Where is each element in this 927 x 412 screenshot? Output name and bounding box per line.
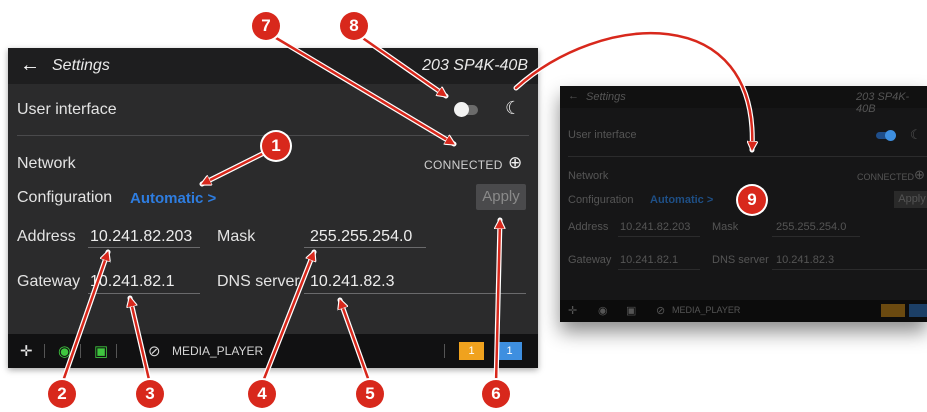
preview-mask: Mask (712, 221, 739, 233)
chip-orange[interactable]: 1 (459, 342, 484, 360)
callout-badge-5: 5 (356, 380, 384, 408)
preview-device: 203 SP4K-40B (856, 91, 910, 115)
toggle-knob (454, 102, 469, 117)
preview-chip-blue (909, 304, 927, 317)
footer-separator (44, 344, 45, 358)
page-title: Settings (52, 57, 110, 74)
footer-separator (116, 344, 117, 358)
connection-status: CONNECTED (424, 158, 503, 172)
preview-address-value: 10.241.82.203 (620, 221, 691, 233)
grid-icon[interactable]: ▣ (94, 342, 108, 360)
no-signal-icon: ⊘ (148, 343, 161, 360)
preview-user-interface: User interface (568, 129, 637, 141)
preview-network: Network (568, 170, 609, 182)
mask-underline (304, 247, 426, 248)
configuration-label: Configuration (17, 189, 113, 206)
preview-underline (772, 269, 927, 270)
preview-toggle (876, 130, 896, 141)
device-name: 203 SP4K-40B (422, 57, 528, 74)
preview-underline (618, 269, 700, 270)
footer-separator (80, 344, 81, 358)
callout-badge-8: 8 (340, 12, 368, 40)
settings-panel: ← Settings 203 SP4K-40B User interface ☾… (8, 48, 538, 368)
preview-divider (568, 156, 927, 157)
preview-underline (618, 236, 700, 237)
source-label: MEDIA_PLAYER (172, 344, 264, 358)
preview-no-signal-icon: ⊘ (656, 305, 666, 317)
title-bar: ← Settings 203 SP4K-40B (8, 48, 538, 84)
mask-label: Mask (217, 228, 256, 245)
callout-badge-3: 3 (136, 380, 164, 408)
preview-back-icon: ← (568, 90, 579, 102)
gateway-field[interactable]: 10.241.82.1 (90, 273, 175, 291)
preview-chip-orange (881, 304, 905, 317)
address-label: Address (17, 228, 76, 245)
globe-icon: ⊕ (508, 153, 523, 172)
preview-toggle-knob (885, 130, 896, 141)
preview-footer: ✛ ◉ ▣ ⊘ MEDIA_PLAYER (560, 300, 927, 322)
preview-globe-icon: ⊕ (914, 167, 925, 182)
callout-badge-7: 7 (252, 12, 280, 40)
preview-power-icon: ◉ (598, 305, 608, 317)
preview-source-label: MEDIA_PLAYER (672, 305, 741, 315)
preview-joystick-icon: ✛ (568, 305, 578, 317)
chip-blue[interactable]: 1 (497, 342, 522, 360)
preview-mask-value: 255.255.254.0 (776, 221, 847, 233)
gateway-label: Gateway (17, 273, 81, 290)
preview-title: Settings (586, 91, 626, 103)
joystick-icon[interactable]: ✛ (20, 342, 33, 360)
preview-underline (772, 236, 860, 237)
back-arrow-icon[interactable]: ← (20, 54, 40, 77)
dark-mode-toggle[interactable] (454, 102, 478, 117)
preview-gateway: Gateway (568, 254, 612, 266)
callout-badge-4: 4 (248, 380, 276, 408)
address-field[interactable]: 10.241.82.203 (90, 228, 192, 246)
apply-button[interactable]: Apply (476, 184, 526, 210)
mask-field[interactable]: 255.255.254.0 (310, 228, 412, 246)
preview-status: CONNECTED (857, 172, 915, 182)
preview-address: Address (568, 221, 609, 233)
dns-server-label: DNS server (217, 273, 300, 290)
preview-grid-icon: ▣ (626, 305, 637, 317)
preview-apply: Apply (894, 191, 927, 208)
preview-dns: DNS server (712, 254, 769, 266)
network-label: Network (17, 155, 76, 172)
user-interface-label: User interface (17, 101, 117, 118)
callout-badge-2: 2 (48, 380, 76, 408)
status-footer: ✛ ◉ ▣ ⊘ MEDIA_PLAYER 1 1 (8, 334, 538, 368)
dns-server-field[interactable]: 10.241.82.3 (310, 273, 395, 291)
preview-config-value: Automatic > (650, 194, 714, 206)
callout-badge-6: 6 (482, 380, 510, 408)
callout-badge-9: 9 (738, 186, 766, 214)
preview-gateway-value: 10.241.82.1 (620, 254, 679, 266)
gateway-underline (88, 293, 200, 294)
preview-configuration: Configuration (568, 194, 634, 206)
preview-title-bar: ← Settings 203 SP4K-40B (560, 86, 927, 115)
dns-underline (304, 293, 526, 294)
callout-badge-1: 1 (262, 132, 290, 160)
moon-icon: ☾ (505, 98, 522, 118)
configuration-mode-link[interactable]: Automatic > (130, 190, 216, 207)
address-underline (88, 247, 200, 248)
power-icon[interactable]: ◉ (58, 342, 71, 360)
preview-dns-value: 10.241.82.3 (776, 254, 835, 266)
preview-moon-icon: ☾ (910, 127, 922, 142)
footer-separator (444, 344, 445, 358)
